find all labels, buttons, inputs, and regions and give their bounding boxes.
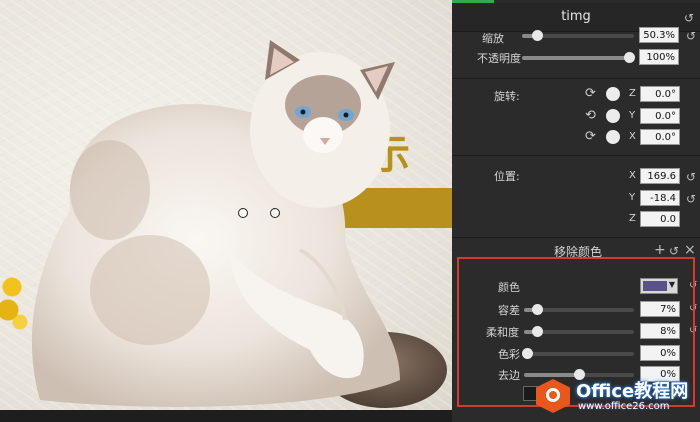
scale-slider-knob[interactable]: [532, 30, 543, 41]
effect-reset-icon[interactable]: ↺: [669, 244, 679, 258]
transform-handle-right[interactable]: [270, 208, 280, 218]
rotation-label: 旋转:: [494, 90, 520, 103]
rotate-z-field[interactable]: 0.0°: [640, 86, 680, 102]
canvas-bottom-strip: [0, 410, 452, 422]
rotate-y-icon: ⟲: [585, 108, 596, 123]
position-x-axis: X: [629, 170, 636, 181]
position-y-field[interactable]: -18.4: [640, 190, 680, 206]
position-reset-icon[interactable]: ↺: [686, 170, 696, 184]
rotate-z-axis: Z: [629, 88, 636, 99]
close-icon[interactable]: ×: [684, 242, 696, 258]
watermark-brand: Office教程网: [576, 381, 689, 402]
clip-title: timg: [561, 9, 591, 24]
divider: [452, 78, 700, 79]
rotate-y-axis: Y: [629, 110, 636, 121]
rotate-x-axis: X: [629, 131, 636, 142]
cat-image[interactable]: [0, 0, 452, 422]
rotate-x-field[interactable]: 0.0°: [640, 129, 680, 145]
rotate-x-dial[interactable]: [606, 130, 620, 144]
opacity-slider[interactable]: [522, 52, 635, 63]
opacity-label: 不透明度: [477, 52, 521, 65]
divider: [452, 237, 700, 238]
opacity-field[interactable]: 100%: [639, 49, 679, 65]
rotate-z-icon: ⟳: [585, 86, 596, 101]
scale-slider[interactable]: [522, 30, 634, 41]
scale-reset-icon[interactable]: ↺: [686, 29, 696, 43]
rotate-y-dial[interactable]: [606, 109, 620, 123]
position-z-axis: Z: [629, 213, 636, 224]
divider: [452, 155, 700, 156]
opacity-slider-fill: [522, 56, 630, 60]
position-x-field[interactable]: 169.6: [640, 168, 680, 184]
office-logo-icon: [536, 379, 570, 413]
rotate-x-icon: ⟳: [585, 129, 596, 144]
opacity-slider-knob[interactable]: [624, 52, 635, 63]
preview-canvas[interactable]: 示: [0, 0, 452, 422]
reset-icon[interactable]: ↺: [684, 11, 694, 25]
position-z-field[interactable]: 0.0: [640, 211, 680, 227]
position-label: 位置:: [494, 170, 520, 183]
position-y-axis: Y: [629, 192, 636, 203]
add-icon[interactable]: +: [654, 242, 666, 258]
scale-field[interactable]: 50.3%: [639, 27, 679, 43]
rotate-y-field[interactable]: 0.0°: [640, 108, 680, 124]
transform-handle-left[interactable]: [238, 208, 248, 218]
watermark-url: www.office26.com: [578, 401, 670, 412]
watermark: Office教程网 www.office26.com: [536, 375, 696, 419]
scale-label: 缩放: [482, 32, 504, 45]
position-y-reset-icon[interactable]: ↺: [686, 192, 696, 206]
rotate-z-dial[interactable]: [606, 87, 620, 101]
